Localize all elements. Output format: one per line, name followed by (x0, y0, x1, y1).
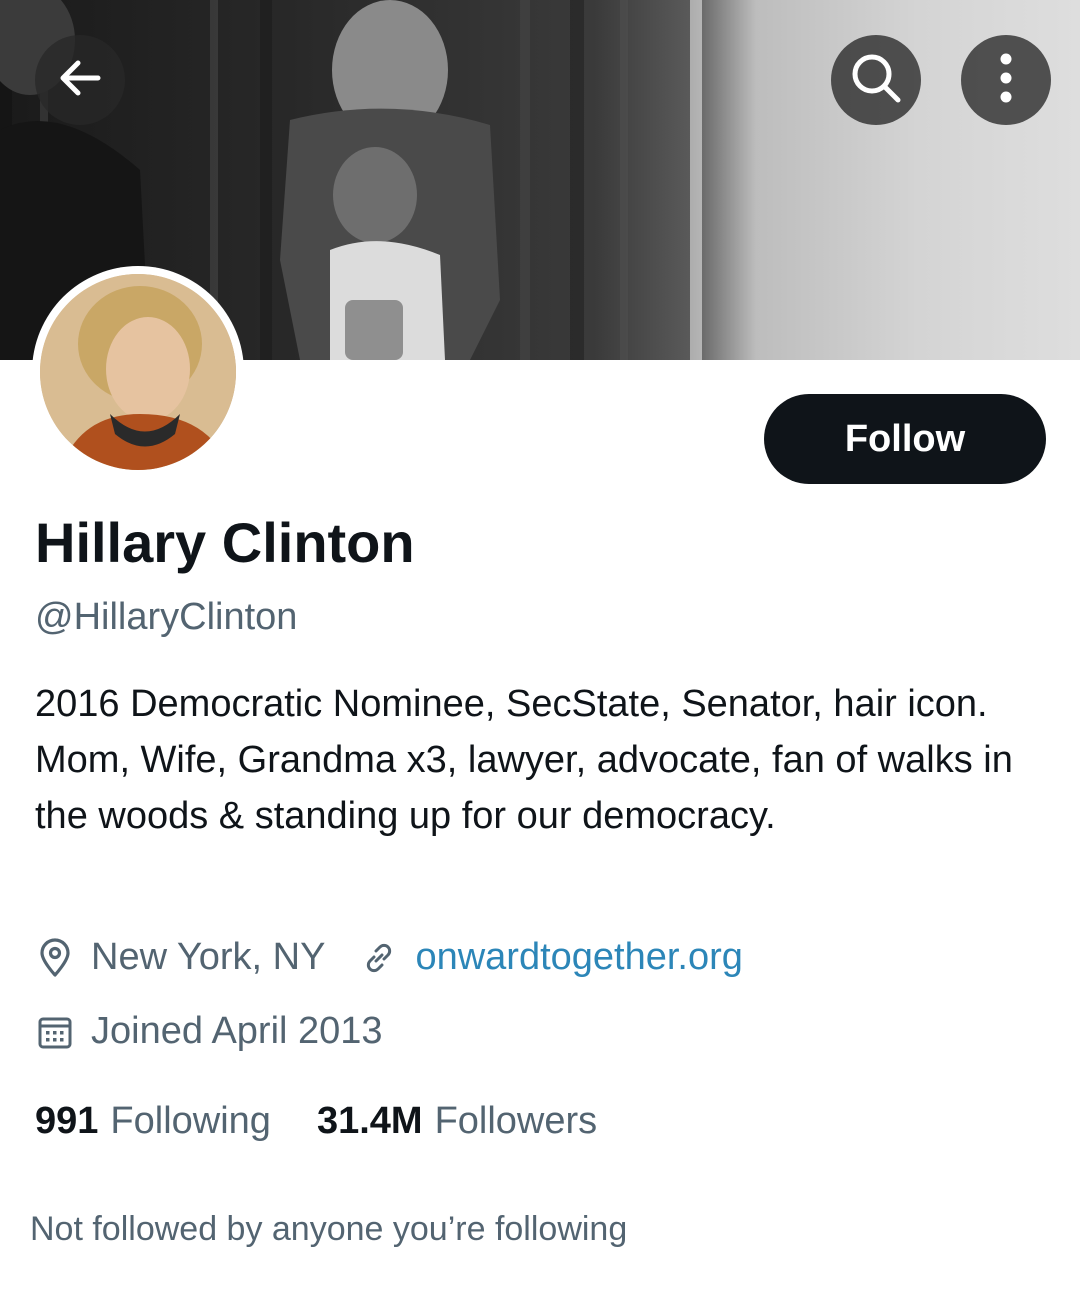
social-context-text: Not followed by anyone you’re following (30, 1210, 628, 1248)
following-count: 991 (35, 1100, 99, 1142)
arrow-left-icon (54, 52, 106, 109)
followers-label: Followers (434, 1100, 598, 1142)
link-icon (359, 938, 399, 978)
profile-stats: 991 Following 31.4M Followers (35, 1100, 597, 1143)
profile-meta-location-website: New York, NY onwardtogether.org (35, 936, 743, 979)
following-link[interactable]: 991 Following (35, 1100, 271, 1143)
followers-link[interactable]: 31.4M Followers (317, 1100, 597, 1143)
calendar-icon (35, 1012, 75, 1052)
profile-joined-date: Joined April 2013 (91, 1010, 383, 1052)
back-button[interactable] (35, 35, 125, 125)
followers-count: 31.4M (316, 1100, 423, 1142)
avatar-photo (40, 274, 236, 470)
search-button[interactable] (831, 35, 921, 125)
profile-location: New York, NY (91, 936, 326, 978)
more-vertical-icon (996, 50, 1016, 111)
more-options-button[interactable] (961, 35, 1051, 125)
profile-meta-joined: Joined April 2013 (35, 1010, 383, 1053)
location-pin-icon (35, 937, 75, 978)
following-label: Following (110, 1100, 271, 1142)
profile-website-link[interactable]: onwardtogether.org (415, 936, 742, 979)
search-icon (848, 50, 904, 111)
follow-button[interactable]: Follow (764, 394, 1046, 484)
profile-handle: @HillaryClinton (35, 596, 298, 638)
avatar[interactable] (32, 266, 244, 478)
profile-display-name: Hillary Clinton (35, 511, 415, 574)
profile-bio: 2016 Democratic Nominee, SecState, Senat… (35, 683, 1013, 837)
